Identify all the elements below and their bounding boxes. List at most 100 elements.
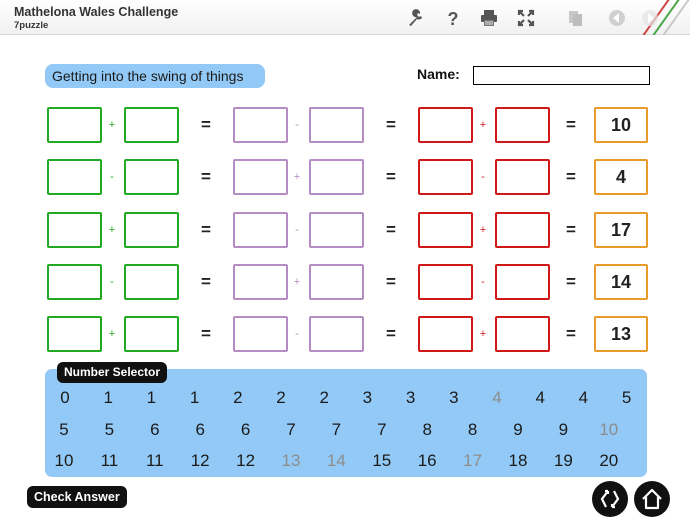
red-box-a[interactable] [418,107,473,143]
equals-sign: = [566,272,576,291]
number-tile[interactable]: 9 [548,420,578,440]
number-tile[interactable]: 11 [140,451,170,471]
equals-sign: = [566,220,576,239]
green-box-b[interactable] [124,107,179,143]
number-tile[interactable]: 17 [458,451,488,471]
number-tile[interactable]: 3 [396,388,426,408]
target-number: 13 [594,316,648,352]
number-tile[interactable]: 3 [352,388,382,408]
number-tile[interactable]: 5 [49,420,79,440]
name-field[interactable] [473,66,650,85]
green-box-b[interactable] [124,212,179,248]
app-title: Mathelona Wales Challenge [14,5,179,19]
red-box-b[interactable] [495,212,550,248]
copy-icon[interactable] [566,8,586,28]
number-tile[interactable]: 10 [594,420,624,440]
equals-sign: = [201,272,211,291]
purple-box-b[interactable] [309,316,364,352]
number-tile[interactable]: 14 [321,451,351,471]
number-tile[interactable]: 1 [136,388,166,408]
number-tile[interactable]: 6 [140,420,170,440]
number-tile[interactable]: 5 [612,388,642,408]
green-operator: - [110,276,114,288]
purple-box-a[interactable] [233,316,288,352]
swap-icon[interactable] [592,481,628,517]
number-tile[interactable]: 4 [568,388,598,408]
purple-box-b[interactable] [309,264,364,300]
purple-box-b[interactable] [309,159,364,195]
purple-box-b[interactable] [309,212,364,248]
number-tile[interactable]: 0 [50,388,80,408]
green-box-a[interactable] [47,159,102,195]
green-box-a[interactable] [47,264,102,300]
number-tile[interactable]: 11 [94,451,124,471]
equals-sign: = [566,115,576,134]
number-tile[interactable]: 5 [94,420,124,440]
purple-operator: + [293,276,301,288]
number-tile[interactable]: 20 [594,451,624,471]
forward-icon[interactable] [640,8,660,28]
number-tile[interactable]: 12 [231,451,261,471]
number-tile[interactable]: 10 [49,451,79,471]
red-operator: + [479,328,487,340]
number-tile[interactable]: 6 [185,420,215,440]
purple-box-a[interactable] [233,107,288,143]
fullscreen-icon[interactable] [516,8,536,28]
purple-box-b[interactable] [309,107,364,143]
wrench-icon[interactable] [406,8,426,28]
number-tile[interactable]: 1 [93,388,123,408]
number-tile[interactable]: 13 [276,451,306,471]
green-operator: + [108,119,116,131]
red-box-a[interactable] [418,316,473,352]
home-icon[interactable] [634,481,670,517]
red-box-b[interactable] [495,316,550,352]
red-operator: - [481,171,485,183]
red-box-b[interactable] [495,264,550,300]
green-box-a[interactable] [47,316,102,352]
purple-operator: - [295,328,299,340]
number-tile[interactable]: 15 [367,451,397,471]
red-box-a[interactable] [418,264,473,300]
red-box-a[interactable] [418,212,473,248]
equals-sign: = [386,220,396,239]
number-tile[interactable]: 6 [231,420,261,440]
number-tile[interactable]: 2 [223,388,253,408]
number-tile[interactable]: 7 [321,420,351,440]
number-tile[interactable]: 12 [185,451,215,471]
green-box-a[interactable] [47,107,102,143]
red-box-a[interactable] [418,159,473,195]
equation-row: - = + = - = 14 [0,264,690,300]
number-tile[interactable]: 4 [525,388,555,408]
number-tile[interactable]: 3 [439,388,469,408]
number-tile[interactable]: 7 [276,420,306,440]
red-operator: + [479,224,487,236]
print-icon[interactable] [479,8,499,28]
purple-box-a[interactable] [233,212,288,248]
check-answer-button[interactable]: Check Answer [27,486,127,508]
purple-box-a[interactable] [233,264,288,300]
green-box-b[interactable] [124,316,179,352]
green-box-b[interactable] [124,264,179,300]
number-tile[interactable]: 19 [548,451,578,471]
number-tile[interactable]: 8 [458,420,488,440]
red-operator: + [479,119,487,131]
number-tile[interactable]: 2 [266,388,296,408]
number-tile[interactable]: 7 [367,420,397,440]
red-box-b[interactable] [495,159,550,195]
green-box-a[interactable] [47,212,102,248]
number-tile[interactable]: 2 [309,388,339,408]
red-box-b[interactable] [495,107,550,143]
equals-sign: = [386,324,396,343]
equals-sign: = [566,324,576,343]
purple-box-a[interactable] [233,159,288,195]
number-tile[interactable]: 1 [180,388,210,408]
number-tile[interactable]: 4 [482,388,512,408]
target-number: 4 [594,159,648,195]
help-icon[interactable]: ? [443,8,463,28]
number-tile[interactable]: 9 [503,420,533,440]
equation-row: - = + = - = 4 [0,159,690,195]
green-box-b[interactable] [124,159,179,195]
number-tile[interactable]: 16 [412,451,442,471]
number-tile[interactable]: 8 [412,420,442,440]
number-tile[interactable]: 18 [503,451,533,471]
